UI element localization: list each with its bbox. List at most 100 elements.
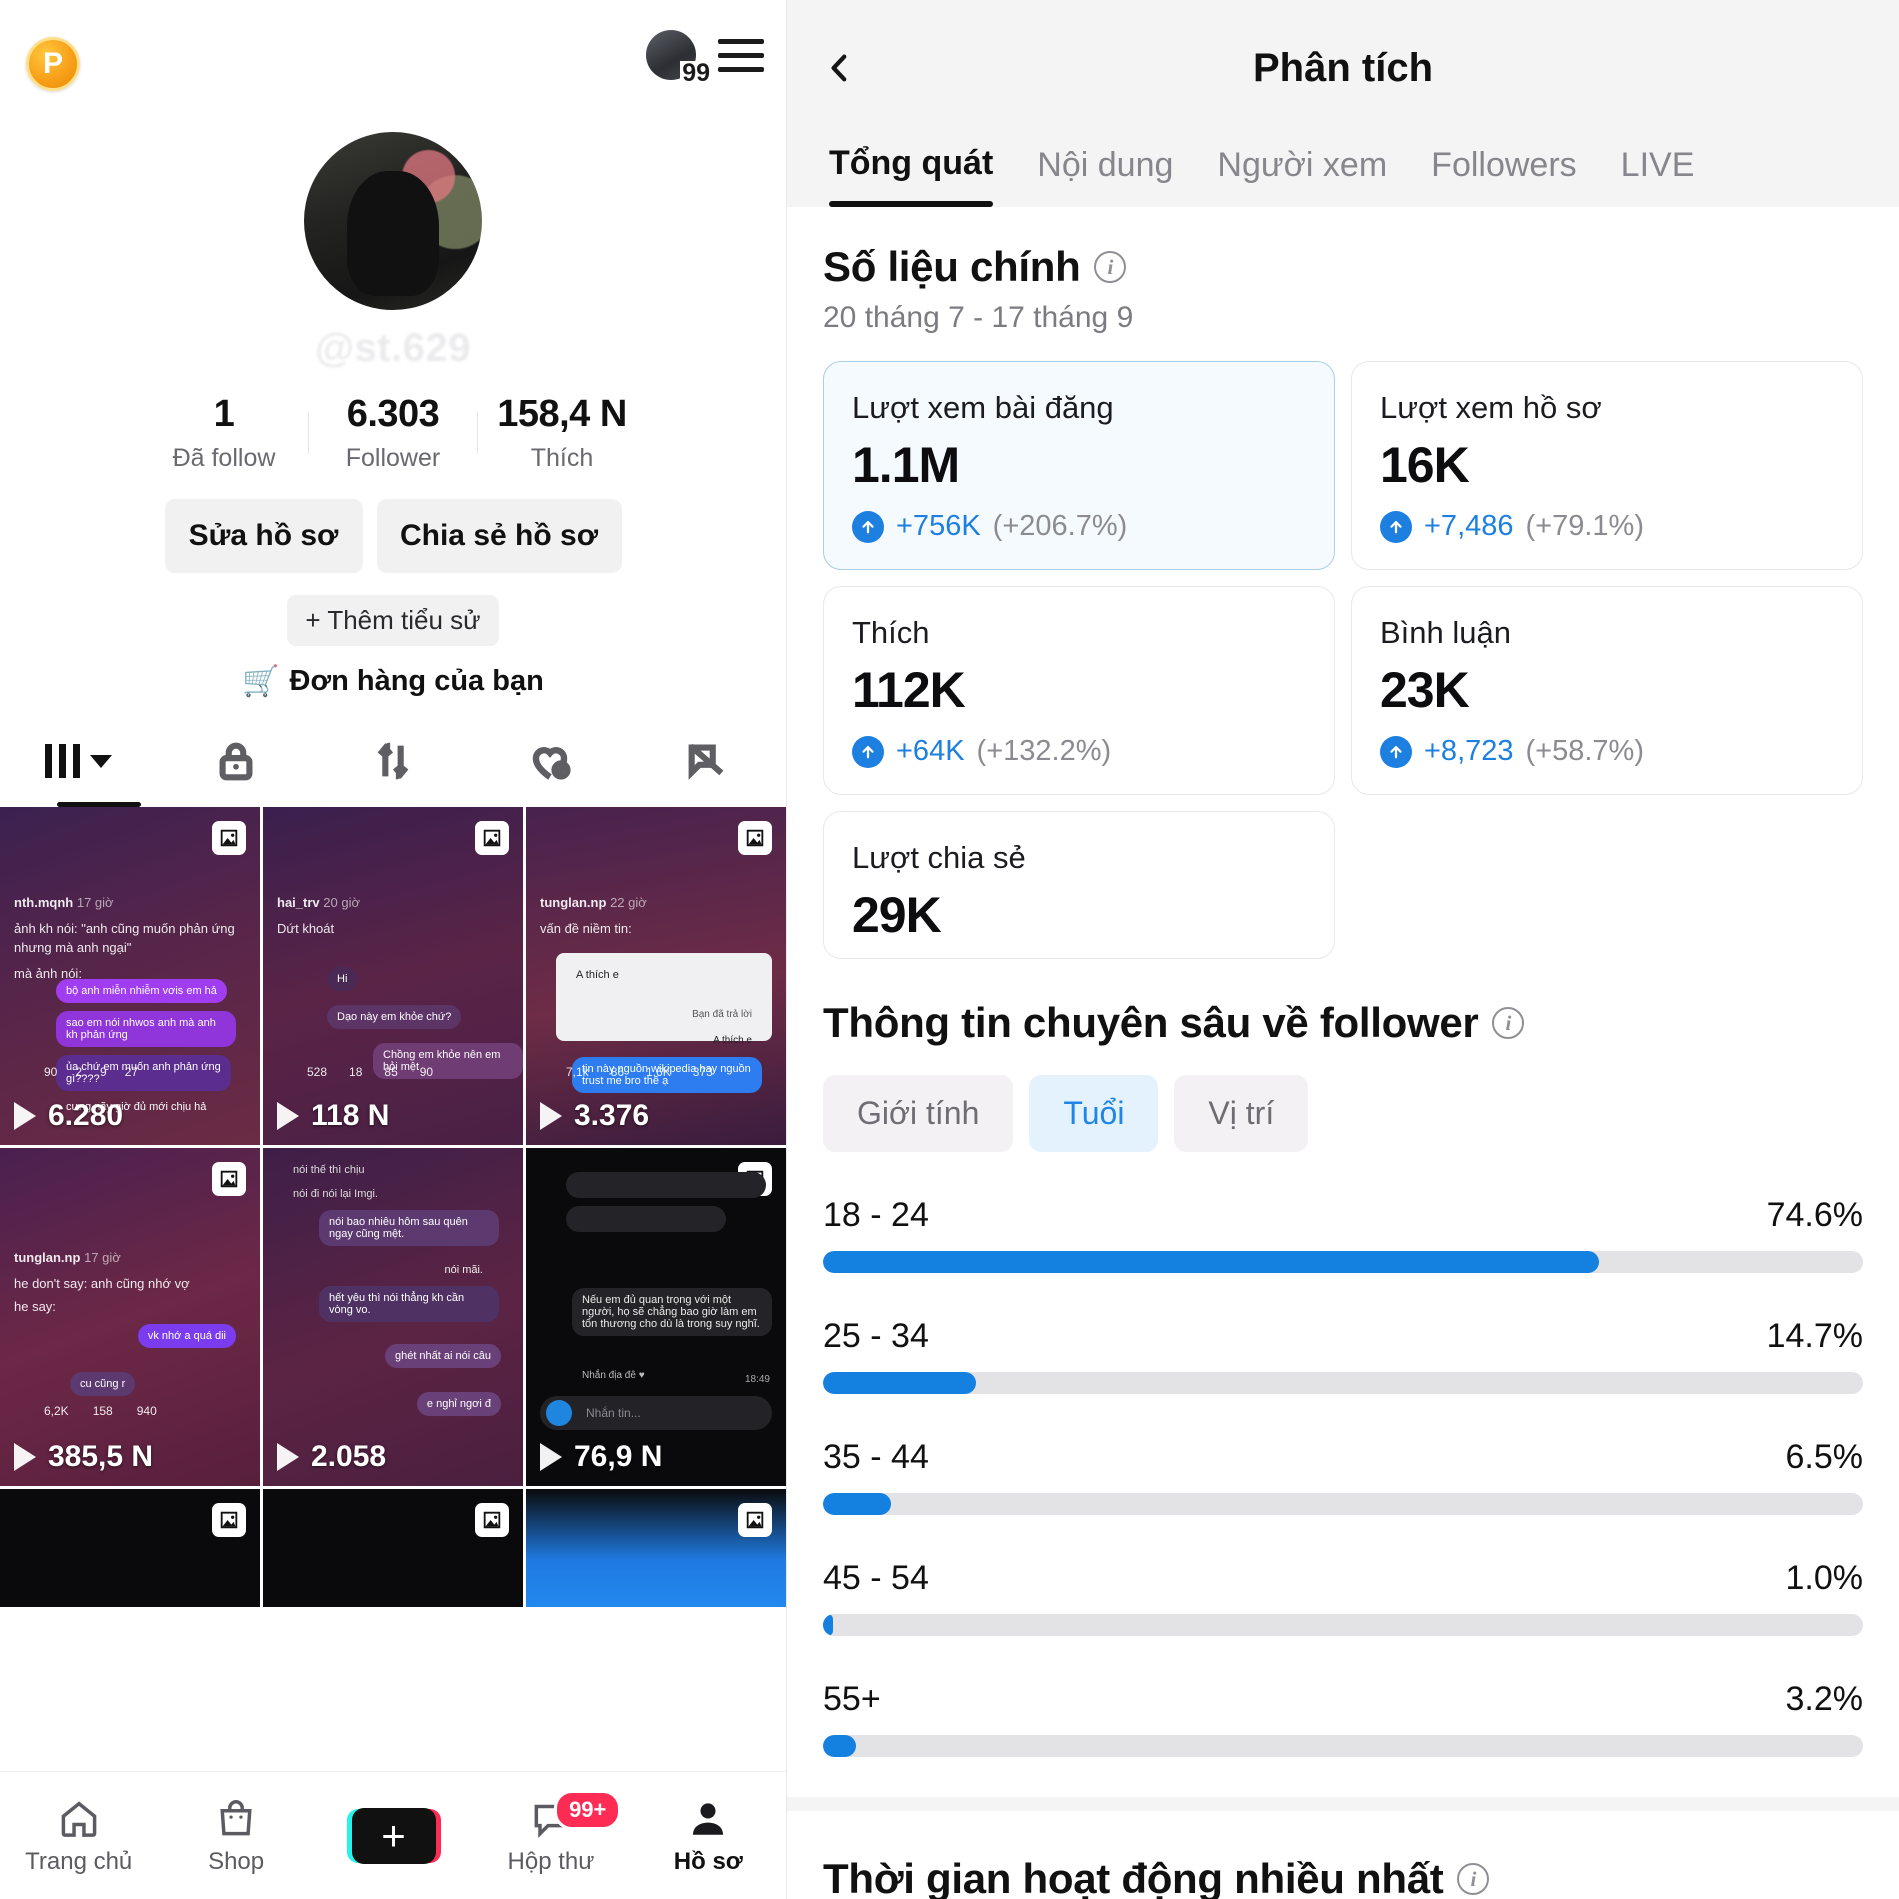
tab-noi-dung[interactable]: Nội dung <box>1015 146 1195 207</box>
hamburger-menu-icon[interactable] <box>718 38 764 72</box>
mini-avatar[interactable]: 99 <box>646 30 712 86</box>
tab-posts[interactable] <box>0 715 157 807</box>
age-distribution-chart: 18 - 24 74.6% 25 - 34 14.7% 35 - 44 6.5%… <box>823 1196 1863 1757</box>
video-view-count-row: 2.058 <box>277 1440 386 1474</box>
stat-followers-value: 6.303 <box>346 393 440 435</box>
play-icon <box>540 1102 562 1130</box>
filter-gender[interactable]: Giới tính <box>823 1075 1014 1152</box>
tag-hidden-icon <box>689 743 724 780</box>
arrow-up-icon <box>1380 735 1412 768</box>
filter-age[interactable]: Tuổi <box>1029 1075 1159 1152</box>
video-likes: 7,1k <box>566 1065 589 1079</box>
coin-icon[interactable]: P <box>26 37 80 91</box>
info-icon[interactable]: i <box>1457 1863 1490 1895</box>
create-plus-icon[interactable]: + <box>351 1807 436 1864</box>
metric-delta-pct: (+58.7%) <box>1525 735 1644 767</box>
add-bio-button[interactable]: + Thêm tiểu sử <box>287 595 499 646</box>
profile-avatar-wrap <box>0 132 786 310</box>
chart-track <box>823 1735 1863 1757</box>
camera-icon[interactable] <box>546 1400 572 1426</box>
video-grid: nth.mqnh 17 giờ ảnh kh nói: "anh cũng mu… <box>0 807 786 1607</box>
chat-bubble: cu cũng r <box>70 1372 136 1396</box>
video-cell[interactable]: Nếu em đủ quan trọng với một người, họ s… <box>526 1148 786 1486</box>
video-shares: 1,6K <box>646 1065 671 1079</box>
video-cell[interactable] <box>263 1489 523 1607</box>
metric-card-comments[interactable]: Bình luận 23K +8,723 (+58.7%) <box>1351 586 1863 795</box>
chart-bar-fill <box>823 1372 976 1394</box>
bottom-navigation: Trang chủ Shop + 99+ Hộp thư Hồ sơ <box>0 1771 786 1899</box>
video-views: 6.280 <box>48 1099 124 1132</box>
tab-live[interactable]: LIVE <box>1599 146 1717 207</box>
metric-value: 23K <box>1380 662 1470 718</box>
tab-tagged[interactable] <box>629 715 786 807</box>
chart-track <box>823 1251 1863 1273</box>
chart-value-label: 74.6% <box>1766 1196 1863 1234</box>
video-time: 17 giờ <box>76 895 114 910</box>
avatar[interactable] <box>304 132 482 310</box>
video-cell[interactable] <box>526 1489 786 1607</box>
video-views: 2.058 <box>311 1440 387 1473</box>
video-cell[interactable]: hai_trv 20 giờ Dứt khoát Hi Dạo này em k… <box>263 807 523 1145</box>
chart-row: 18 - 24 74.6% <box>823 1196 1863 1273</box>
tab-nguoi-xem[interactable]: Người xem <box>1195 146 1409 207</box>
chat-bubble: hết yêu thì nói thẳng kh cần vòng vo. <box>319 1286 499 1322</box>
metric-card-post-views[interactable]: Lượt xem bài đăng 1.1M +756K (+206.7%) <box>823 361 1335 570</box>
nav-profile[interactable]: Hồ sơ <box>630 1796 786 1876</box>
topbar-right-group: 99 <box>646 30 764 86</box>
video-cell[interactable]: tunglan.np 22 giờ vấn đề niềm tin: A thí… <box>526 807 786 1145</box>
message-input[interactable]: Nhắn tin... <box>540 1396 772 1430</box>
shop-bag-icon <box>157 1796 314 1842</box>
stat-following[interactable]: 1 Đã follow <box>140 393 308 473</box>
info-icon[interactable]: i <box>1094 251 1127 283</box>
chat-bubble: nói thế thì chịu <box>293 1164 365 1176</box>
chart-bar-fill <box>823 1614 834 1636</box>
chat-bubble: nói bao nhiêu hôm sau quên ngay cũng mệt… <box>319 1210 499 1246</box>
chat-bubble: nói đi nói lại Imgi. <box>293 1188 378 1200</box>
chart-row-header: 45 - 54 1.0% <box>823 1559 1863 1598</box>
video-view-count-row: 76,9 N <box>540 1440 662 1474</box>
stat-likes-value: 158,4 N <box>497 393 627 435</box>
edit-profile-button[interactable]: Sửa hồ sơ <box>164 499 363 573</box>
chart-category-label: 45 - 54 <box>823 1559 929 1597</box>
nav-create[interactable]: + <box>315 1807 472 1864</box>
metric-value: 112K <box>852 662 966 718</box>
share-profile-button[interactable]: Chia sẻ hồ sơ <box>376 499 622 573</box>
video-time: 17 giờ <box>84 1250 121 1265</box>
filter-location[interactable]: Vị trí <box>1174 1075 1309 1152</box>
video-likes: 6,2K <box>44 1404 69 1418</box>
photo-post-icon <box>212 1162 246 1196</box>
video-cell[interactable]: tunglan.np 17 giờ he don't say: anh cũng… <box>0 1148 260 1486</box>
video-cell[interactable]: nth.mqnh 17 giờ ảnh kh nói: "anh cũng mu… <box>0 807 260 1145</box>
tab-tong-quat[interactable]: Tổng quát <box>823 144 1015 207</box>
tab-liked[interactable] <box>472 715 629 807</box>
metric-card-profile-views[interactable]: Lượt xem hồ sơ 16K +7,486 (+79.1%) <box>1351 361 1863 570</box>
stat-likes[interactable]: 158,4 N Thích <box>478 393 646 473</box>
video-cell[interactable] <box>0 1489 260 1607</box>
home-icon <box>0 1796 157 1842</box>
chart-track <box>823 1372 1863 1394</box>
nav-shop-label: Shop <box>208 1847 265 1875</box>
metric-value: 1.1M <box>852 437 960 493</box>
tab-reposts[interactable] <box>314 715 471 807</box>
nav-inbox[interactable]: 99+ Hộp thư <box>472 1789 629 1876</box>
stat-followers[interactable]: 6.303 Follower <box>309 393 477 473</box>
metric-label: Bình luận <box>1380 615 1511 650</box>
your-orders-label: Đơn hàng của bạn <box>289 665 544 697</box>
info-icon[interactable]: i <box>1492 1007 1525 1039</box>
metric-delta-row: +8,723 (+58.7%) <box>1380 735 1834 768</box>
nav-inbox-label: Hộp thư <box>507 1847 595 1875</box>
video-author: hai_trv <box>277 895 320 910</box>
analytics-panel: Phân tích Tổng quát Nội dung Người xem F… <box>787 0 1899 1899</box>
metric-label: Lượt chia sẻ <box>852 840 1026 875</box>
chat-bubble: ghét nhất ai nói câu <box>384 1344 501 1368</box>
nav-home[interactable]: Trang chủ <box>0 1796 157 1876</box>
tab-private[interactable] <box>157 715 314 807</box>
metric-value: 29K <box>852 887 942 943</box>
repost-icon <box>377 742 409 780</box>
video-cell[interactable]: nói thế thì chịu nói đi nói lại Imgi. nó… <box>263 1148 523 1486</box>
nav-shop[interactable]: Shop <box>157 1796 314 1876</box>
metric-card-likes[interactable]: Thích 112K +64K (+132.2%) <box>823 586 1335 795</box>
metric-card-shares[interactable]: Lượt chia sẻ 29K <box>823 811 1335 959</box>
your-orders-link[interactable]: 🛒 Đơn hàng của bạn <box>0 664 786 699</box>
tab-followers[interactable]: Followers <box>1409 146 1598 207</box>
